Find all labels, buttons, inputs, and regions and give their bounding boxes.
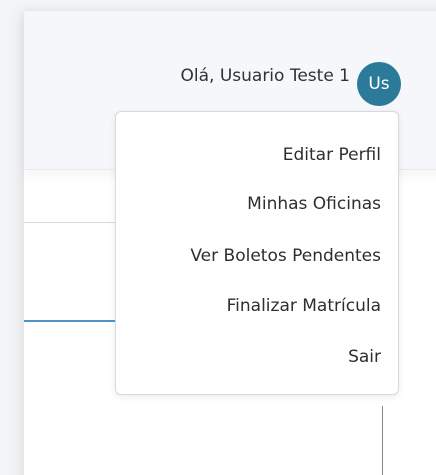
user-greeting[interactable]: Olá, Usuario Teste 1: [181, 66, 351, 86]
user-dropdown-menu: Editar Perfil Minhas Oficinas Ver Boleto…: [115, 111, 399, 395]
user-avatar[interactable]: Us: [357, 62, 401, 106]
menu-item-editar-perfil[interactable]: Editar Perfil: [116, 132, 398, 178]
menu-item-minhas-oficinas[interactable]: Minhas Oficinas: [116, 181, 398, 227]
content-vertical-border: [382, 406, 383, 475]
content-divider: [24, 222, 124, 223]
content-accent-line: [24, 320, 124, 322]
page: Olá, Usuario Teste 1 Us Editar Perfil Mi…: [0, 0, 436, 475]
menu-item-ver-boletos-pendentes[interactable]: Ver Boletos Pendentes: [116, 233, 398, 279]
menu-item-sair[interactable]: Sair: [116, 334, 398, 380]
menu-item-finalizar-matricula[interactable]: Finalizar Matrícula: [116, 283, 398, 329]
